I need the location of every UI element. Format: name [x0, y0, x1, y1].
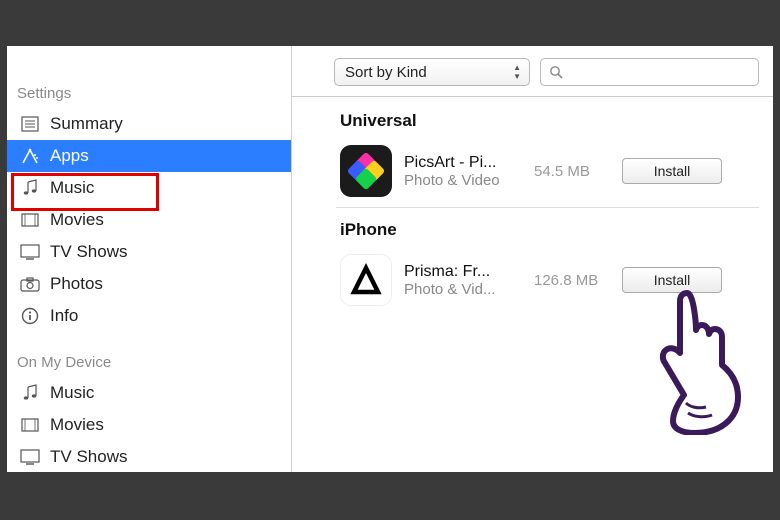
app-icon-prisma [340, 254, 392, 306]
sidebar-item-label: Movies [50, 415, 104, 435]
search-field[interactable] [540, 58, 759, 86]
sidebar-item-apps[interactable]: Apps [7, 140, 291, 172]
sidebar-group-settings: Settings [7, 79, 291, 108]
app-name: Prisma: Fr... [404, 263, 522, 281]
music-icon [19, 179, 40, 197]
summary-icon [19, 115, 40, 133]
sidebar-item-label: Movies [50, 210, 104, 230]
sidebar-group-onmydevice: On My Device [7, 348, 291, 377]
sidebar-item-device-music[interactable]: Music [7, 377, 291, 409]
app-row[interactable]: PicsArt - Pi... Photo & Video 54.5 MB In… [336, 139, 759, 203]
sidebar-item-label: Music [50, 383, 94, 403]
app-text-block: PicsArt - Pi... Photo & Video [404, 154, 522, 189]
sidebar-item-tvshows[interactable]: TV Shows [7, 236, 291, 268]
sidebar-item-movies[interactable]: Movies [7, 204, 291, 236]
info-icon [19, 307, 40, 325]
sidebar-item-device-tvshows[interactable]: TV Shows [7, 441, 291, 473]
app-text-block: Prisma: Fr... Photo & Vid... [404, 263, 522, 298]
sidebar-item-label: Apps [50, 146, 89, 166]
tv-icon [19, 243, 40, 261]
apps-toolbar: Sort by Kind ▲▼ [292, 46, 773, 96]
sidebar-item-music[interactable]: Music [7, 172, 291, 204]
divider [336, 207, 759, 208]
app-icon-picsart [340, 145, 392, 197]
music-icon [19, 384, 40, 402]
movies-icon [19, 211, 40, 229]
app-name: PicsArt - Pi... [404, 154, 522, 172]
app-row[interactable]: Prisma: Fr... Photo & Vid... 126.8 MB In… [336, 248, 759, 312]
photos-icon [19, 275, 40, 293]
tv-icon [19, 448, 40, 466]
sidebar-item-label: Music [50, 178, 94, 198]
app-size: 126.8 MB [534, 272, 610, 289]
itunes-device-window: Settings Summary Apps Music Movies [7, 46, 773, 472]
search-icon [549, 65, 563, 79]
updown-arrows-icon: ▲▼ [513, 63, 521, 81]
movies-icon [19, 416, 40, 434]
apps-list: Universal PicsArt - Pi... Photo & Video … [292, 96, 773, 472]
sidebar-item-label: TV Shows [50, 242, 127, 262]
sidebar-item-summary[interactable]: Summary [7, 108, 291, 140]
install-button[interactable]: Install [622, 267, 722, 293]
sidebar-item-info[interactable]: Info [7, 300, 291, 332]
section-header-iphone: iPhone [336, 214, 759, 248]
search-input[interactable] [569, 64, 750, 80]
sort-by-label: Sort by Kind [345, 64, 427, 81]
install-button[interactable]: Install [622, 158, 722, 184]
apps-icon [19, 147, 40, 165]
sidebar-item-label: Photos [50, 274, 103, 294]
sidebar-item-photos[interactable]: Photos [7, 268, 291, 300]
sidebar-item-device-movies[interactable]: Movies [7, 409, 291, 441]
sidebar-item-label: Summary [50, 114, 123, 134]
sidebar-item-label: TV Shows [50, 447, 127, 467]
app-size: 54.5 MB [534, 163, 610, 180]
app-category: Photo & Vid... [404, 281, 522, 298]
main-pane: Sort by Kind ▲▼ Universal [292, 46, 773, 472]
sidebar: Settings Summary Apps Music Movies [7, 46, 292, 472]
section-header-universal: Universal [336, 105, 759, 139]
app-category: Photo & Video [404, 172, 522, 189]
sidebar-item-label: Info [50, 306, 78, 326]
sort-by-select[interactable]: Sort by Kind ▲▼ [334, 58, 530, 86]
